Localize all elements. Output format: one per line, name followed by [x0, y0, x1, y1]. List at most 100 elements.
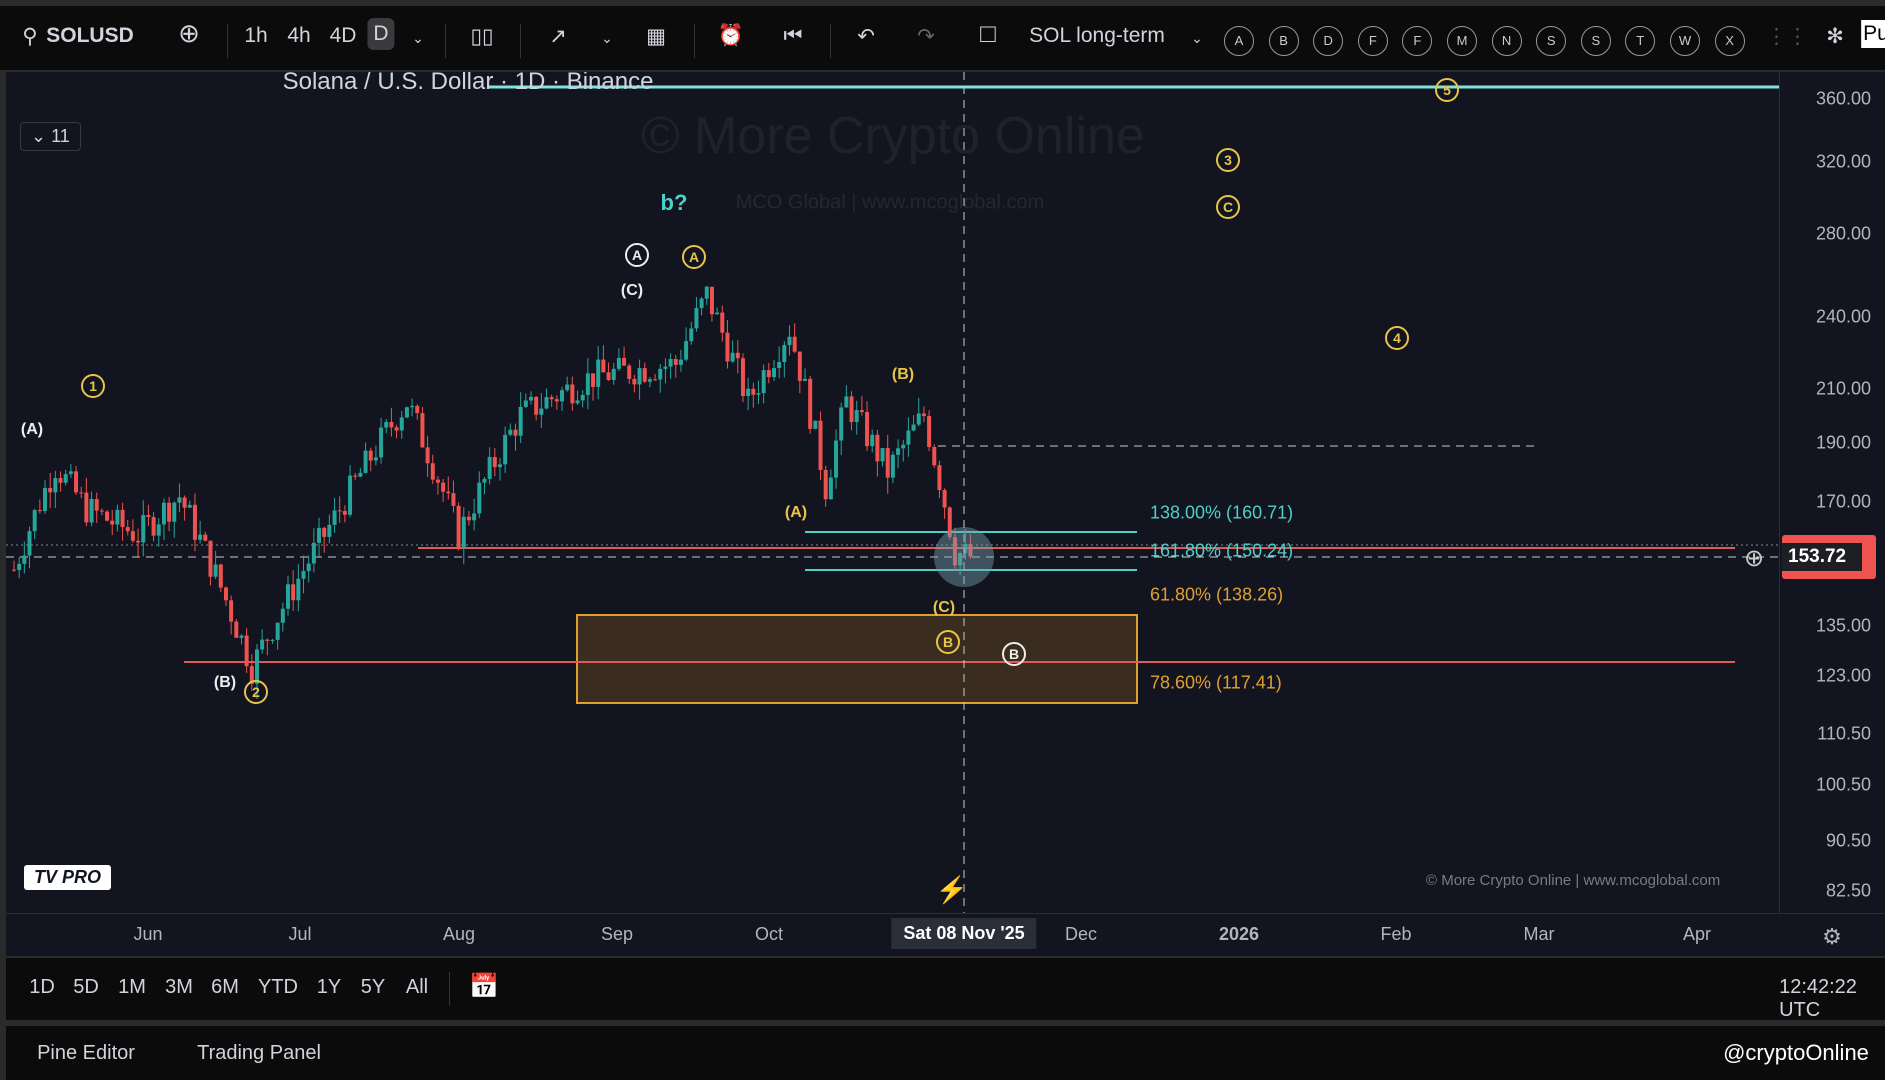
interval-4d[interactable]: 4D	[330, 24, 357, 48]
divider	[830, 24, 831, 58]
candle-body	[218, 564, 223, 588]
candles-icon[interactable]: ▯▯	[470, 24, 493, 49]
chevron-down-icon[interactable]: ⌄	[1191, 30, 1203, 47]
price-axis[interactable]: 360.00 320.00 280.00 240.00 210.00 190.00 170.…	[1744, 72, 1885, 913]
settings-gear-icon[interactable]: ⚙	[1822, 924, 1842, 950]
wave-label: 1	[81, 374, 105, 398]
candle-body	[497, 464, 502, 468]
chevron-down-icon[interactable]: ⌄	[601, 30, 613, 47]
candle-body	[725, 332, 730, 362]
undo-icon[interactable]: ↶	[857, 24, 875, 49]
template-button-b[interactable]: B	[1268, 26, 1299, 56]
candle-body	[560, 390, 565, 402]
template-button-f[interactable]: F	[1357, 26, 1388, 56]
add-alert-icon[interactable]: ⊕	[1744, 544, 1764, 573]
top-toolbar: ⚲ SOLUSD ⊕ 1h 4h 4D D ⌄ ▯▯ ↗ ⌄ ▦ ⏰ ⏮ ↶ ↷…	[0, 0, 1885, 70]
template-button-x[interactable]: X	[1714, 26, 1745, 56]
range-ytd[interactable]: YTD	[258, 976, 298, 999]
object-tree-icon[interactable]: ✻	[1826, 24, 1844, 49]
time-axis[interactable]: Jun Jul Aug Sep Oct Sat 08 Nov '25 Dec 2…	[6, 913, 1885, 956]
candle-body	[844, 396, 849, 408]
range-all[interactable]: All	[406, 976, 428, 999]
price-label: 135.00	[1815, 615, 1871, 636]
go-to-date-icon[interactable]: 📅	[469, 972, 499, 1001]
candle-body	[389, 422, 394, 428]
watermark-sub: MCO Global | www.mcoglobal.com	[735, 191, 1045, 214]
tab-trading-panel[interactable]: Trading Panel	[197, 1042, 321, 1065]
candle-body	[399, 417, 404, 431]
candle-body	[451, 493, 456, 506]
copyright-footer: © More Crypto Online | www.mcoglobal.com	[1426, 872, 1721, 889]
layout-name[interactable]: SOL long-term	[1029, 24, 1165, 48]
indicators-icon[interactable]: ↗	[549, 24, 567, 49]
wave-label: b?	[660, 190, 688, 215]
candle-body	[482, 478, 487, 483]
template-button-a[interactable]: A	[1224, 26, 1254, 56]
candle-body	[296, 578, 301, 601]
template-button-d[interactable]: D	[1313, 26, 1344, 56]
template-button-s[interactable]: S	[1536, 26, 1567, 56]
range-bar: 1D 5D 1M 3M 6M YTD 1Y 5Y All 📅 12:42:22 …	[6, 958, 1885, 1022]
layouts-grid-icon[interactable]: ▦	[646, 24, 666, 49]
wave-label: 2	[244, 680, 268, 704]
drag-handle-icon[interactable]: ⋮⋮	[1766, 24, 1808, 49]
range-1d[interactable]: 1D	[29, 976, 55, 999]
price-label: 100.50	[1815, 774, 1871, 795]
interval-4h[interactable]: 4h	[287, 24, 310, 48]
candle-body	[311, 542, 316, 564]
interval-1h[interactable]: 1h	[244, 24, 267, 48]
candle-body	[280, 608, 285, 623]
candle-body	[466, 516, 471, 521]
add-symbol-icon[interactable]: ⊕	[178, 18, 200, 49]
range-6m[interactable]: 6M	[211, 976, 239, 999]
candle-body	[141, 515, 146, 543]
clock[interactable]: 12:42:22 UTC	[1779, 976, 1857, 1022]
watermark: © More Crypto Online	[641, 107, 1145, 165]
redo-icon[interactable]: ↷	[917, 24, 935, 49]
template-button-s[interactable]: S	[1580, 26, 1611, 56]
template-button-f[interactable]: F	[1402, 26, 1433, 56]
search-icon[interactable]: ⚲	[22, 24, 37, 49]
template-button-t[interactable]: T	[1625, 26, 1656, 56]
publish-button[interactable]: Pu	[1861, 20, 1885, 48]
range-5y[interactable]: 5Y	[361, 976, 385, 999]
symbol-search[interactable]: SOLUSD	[46, 24, 134, 48]
candle-body	[704, 286, 709, 299]
interval-d[interactable]: D	[367, 18, 395, 50]
candle-body	[937, 465, 942, 490]
bottom-panel: Pine Editor Trading Panel @cryptoOnline	[6, 1026, 1885, 1080]
candle-body	[187, 504, 192, 508]
candle-body	[740, 358, 745, 396]
candle-body	[673, 359, 678, 365]
fib-label-786: 78.60% (117.41)	[1150, 672, 1282, 693]
template-button-m[interactable]: M	[1447, 26, 1477, 56]
range-1y[interactable]: 1Y	[317, 976, 341, 999]
chart-pane[interactable]: Solana / U.S. Dollar · 1D · Binance ⌄ 11…	[6, 72, 1779, 913]
range-5d[interactable]: 5D	[73, 976, 99, 999]
chevron-down-icon[interactable]: ⌄	[412, 30, 424, 47]
candle-body	[534, 396, 539, 415]
indicators-toggle[interactable]: ⌄ 11	[20, 122, 81, 151]
candle-body	[797, 351, 802, 381]
template-button-n[interactable]: N	[1491, 26, 1522, 56]
price-label: 240.00	[1815, 306, 1871, 327]
candle-body	[839, 407, 844, 441]
price-label: 90.50	[1825, 830, 1871, 851]
candle-body	[260, 639, 265, 650]
fullscreen-icon[interactable]: □	[980, 18, 996, 49]
candle-body	[906, 430, 911, 445]
replay-icon[interactable]: ⏮	[784, 24, 803, 48]
candle-body	[782, 345, 787, 362]
candle-body	[916, 413, 921, 425]
template-button-w[interactable]: W	[1670, 26, 1700, 56]
alert-icon[interactable]: ⏰	[718, 24, 744, 48]
candle-body	[684, 341, 689, 360]
tab-pine-editor[interactable]: Pine Editor	[37, 1042, 135, 1065]
lightning-icon[interactable]: ⚡	[936, 875, 968, 906]
candle-body	[441, 482, 446, 492]
candle-body	[213, 564, 218, 577]
legend-title[interactable]: Solana / U.S. Dollar · 1D · Binance	[283, 72, 654, 96]
range-1m[interactable]: 1M	[118, 976, 146, 999]
candle-body	[870, 434, 875, 447]
range-3m[interactable]: 3M	[165, 976, 193, 999]
